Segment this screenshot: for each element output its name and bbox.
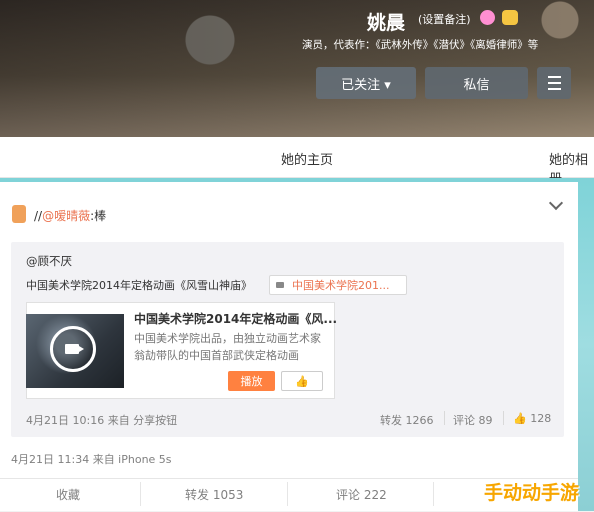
repost-text: //@嗳晴薇:棒 [34,207,106,224]
divider [444,411,445,425]
message-button-label: 私信 [463,77,490,93]
watermark-logo: 手动动手游 [484,482,580,504]
original-post-text: 中国美术学院2014年定格动画《风雪山神庙》 [26,279,252,292]
divider [433,482,434,506]
divider [287,482,288,506]
profile-nav: 她的主页 她的相册 [0,137,594,187]
original-like-count: 128 [530,412,552,425]
more-menu-button[interactable] [537,67,571,99]
original-user-link[interactable]: @顾不厌 [26,253,72,269]
video-like-button[interactable]: 👍 [281,371,323,391]
original-like-button[interactable]: 👍 128 [513,412,551,425]
profile-name[interactable]: 姚晨 [367,8,405,35]
play-button-label: 播放 [240,375,263,388]
favorite-button[interactable]: 收藏 [56,486,80,503]
repost-meta: 4月21日 11:34 来自 iPhone 5s [11,453,172,466]
tab-home[interactable]: 她的主页 [281,149,333,168]
menu-icon [547,76,561,90]
original-comment-count[interactable]: 评论 89 [453,412,493,428]
repost-prefix: // [34,209,43,223]
original-post-meta: 4月21日 10:16 来自 分享按钮 [26,414,178,427]
repost-button[interactable]: 转发 1053 [185,486,243,503]
video-description: 中国美术学院出品，由独立动画艺术家翁劼带队的中国首部武侠定格动画 [134,332,321,362]
repost-user-link[interactable]: @嗳晴薇 [42,209,90,223]
vip-badge-icon[interactable] [502,10,518,25]
follow-button[interactable]: 已关注 ▾ [316,67,416,99]
divider [140,482,141,506]
follow-button-label: 已关注 ▾ [341,77,391,93]
divider [503,411,504,425]
comment-button[interactable]: 评论 222 [336,486,387,503]
female-badge-icon [480,10,495,25]
message-button[interactable]: 私信 [425,67,528,99]
video-title[interactable]: 中国美术学院2014年定格动画《风... [134,310,337,327]
profile-intro: 演员，代表作：《武林外传》《潜伏》《离婚律师》等 [302,39,539,51]
play-button[interactable]: 播放 [228,371,275,391]
original-repost-count[interactable]: 转发 1266 [380,412,434,428]
thumb-up-icon [12,205,26,223]
video-camera-icon [65,344,84,354]
like-icon: 👍 [295,374,309,388]
video-link-chip[interactable]: 中国美术学院201... [269,275,407,295]
set-remark-link[interactable]: (设置备注) [418,11,471,27]
like-icon: 👍 [513,412,527,425]
video-camera-icon [276,282,284,288]
repost-comment: :棒 [90,209,107,223]
video-link-label: 中国美术学院201... [292,279,390,292]
